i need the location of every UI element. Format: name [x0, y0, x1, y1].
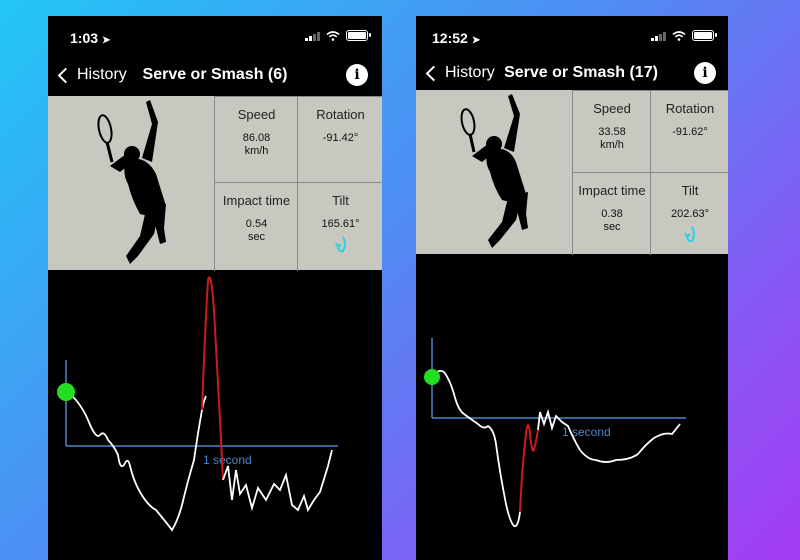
status-time: 12:52: [432, 30, 468, 46]
status-time: 1:03: [70, 30, 99, 46]
motion-graph: 1 second: [48, 270, 382, 560]
stat-speed: Speed 86.08 km/h: [214, 96, 298, 183]
nav-bar: History Serve or Smash (17) i: [416, 60, 728, 88]
page-title: Serve or Smash (17): [504, 64, 658, 81]
status-bar: 1:03 ➤: [48, 16, 382, 56]
stat-rotation: Rotation -91.62°: [650, 90, 728, 173]
tennis-player-silhouette: [97, 100, 166, 264]
info-icon[interactable]: i: [694, 62, 716, 84]
graph-axis-label: 1 second: [203, 453, 252, 467]
graph-start-marker: [57, 383, 75, 401]
graph-start-marker: [424, 369, 440, 385]
location-arrow-icon: ➤: [102, 35, 111, 46]
page-title: Serve or Smash (6): [142, 66, 288, 83]
wifi-icon: [672, 30, 686, 41]
stat-rotation: Rotation -91.42°: [297, 96, 382, 183]
phone-screen-left: 1:03 ➤ History Serve or Smash (6) i Spee…: [48, 16, 382, 560]
motion-graph: 1 second: [416, 254, 728, 560]
signal-icon: [305, 31, 320, 41]
wifi-icon: [326, 30, 340, 41]
tilt-rotate-icon: [334, 236, 346, 253]
player-image: [48, 96, 214, 270]
player-image: [416, 90, 572, 254]
battery-icon: [692, 30, 717, 41]
graph-impact-trace: [519, 424, 539, 513]
stat-impact-time: Impact time 0.38 sec: [572, 172, 651, 255]
signal-icon: [651, 31, 666, 41]
graph-impact-trace: [201, 276, 224, 481]
info-icon[interactable]: i: [346, 64, 368, 86]
graph-trace: [431, 369, 521, 528]
stats-panel: Speed 86.08 km/h Rotation -91.42° Impact…: [48, 96, 382, 271]
status-bar: 12:52 ➤: [416, 16, 728, 56]
stat-tilt: Tilt 165.61°: [297, 182, 382, 271]
stats-panel: Speed 33.58 km/h Rotation -91.62° Impact…: [416, 90, 728, 255]
stat-impact-time: Impact time 0.54 sec: [214, 182, 298, 271]
location-arrow-icon: ➤: [471, 35, 481, 46]
stat-speed: Speed 33.58 km/h: [572, 90, 651, 173]
tennis-player-silhouette: [460, 94, 528, 248]
battery-icon: [346, 30, 371, 41]
nav-bar: History Serve or Smash (6) i: [48, 62, 382, 90]
stat-tilt: Tilt 202.63°: [650, 172, 728, 255]
graph-trace: [65, 389, 207, 532]
tilt-rotate-icon: [684, 226, 695, 243]
phone-screen-right: 12:52 ➤ History Serve or Smash (17) i Sp…: [416, 16, 728, 560]
